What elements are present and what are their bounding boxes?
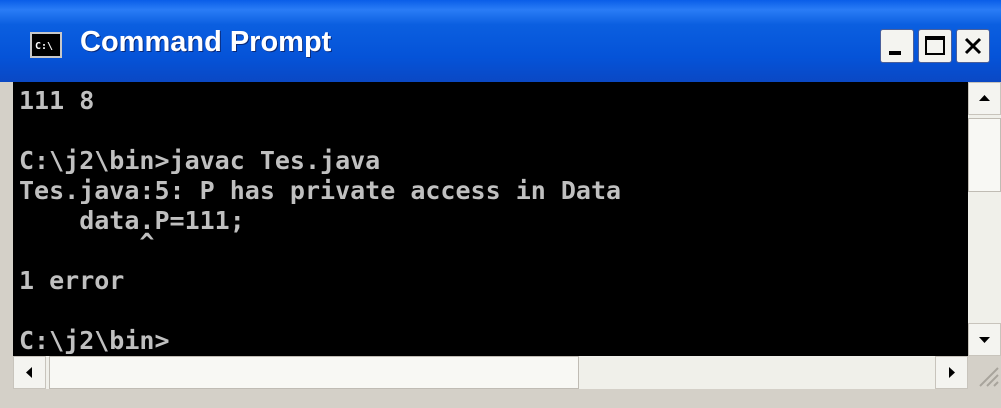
minimize-button[interactable] bbox=[880, 29, 914, 63]
close-button[interactable] bbox=[956, 29, 990, 63]
scroll-up-arrow bbox=[979, 95, 990, 101]
command-prompt-icon[interactable]: C:\ bbox=[30, 32, 62, 58]
command-prompt-icon-glyph: C:\ bbox=[35, 41, 53, 52]
vertical-scrollbar[interactable] bbox=[968, 82, 1001, 356]
window-bottom-border bbox=[0, 389, 1001, 408]
vertical-scroll-thumb[interactable] bbox=[968, 118, 1001, 192]
title-bar[interactable]: C:\ Command Prompt bbox=[0, 0, 1001, 82]
app-icon-label: C:\ bbox=[35, 41, 53, 52]
scroll-left-arrow bbox=[26, 367, 32, 378]
scroll-up-button[interactable] bbox=[968, 82, 1001, 115]
window-left-border bbox=[0, 82, 13, 389]
console-line: C:\j2\bin>javac Tes.java bbox=[19, 146, 381, 175]
console-output[interactable]: 111 8 C:\j2\bin>javac Tes.java Tes.java:… bbox=[13, 82, 968, 356]
window-title: Command Prompt bbox=[80, 26, 332, 58]
scroll-right-button[interactable] bbox=[935, 356, 968, 389]
resize-grip[interactable] bbox=[968, 356, 1001, 389]
scroll-down-arrow bbox=[979, 337, 990, 343]
maximize-button[interactable] bbox=[918, 29, 952, 63]
console-prompt-line: C:\j2\bin> bbox=[19, 326, 170, 355]
command-prompt-window: C:\ Command Prompt 111 8 C:\j2\bin>javac… bbox=[0, 0, 1001, 408]
horizontal-scrollbar[interactable] bbox=[13, 356, 968, 389]
scroll-down-button[interactable] bbox=[968, 323, 1001, 356]
scroll-left-button[interactable] bbox=[13, 356, 46, 389]
console-line: Tes.java:5: P has private access in Data bbox=[19, 176, 622, 205]
console-line: 1 error bbox=[19, 266, 125, 295]
console-line: 111 8 bbox=[19, 86, 95, 115]
console-line: ^ bbox=[19, 228, 155, 257]
minimize-icon bbox=[889, 51, 901, 55]
horizontal-scroll-thumb[interactable] bbox=[49, 356, 579, 389]
resize-grip-icon bbox=[979, 367, 999, 387]
close-icon bbox=[964, 37, 982, 55]
scroll-right-arrow bbox=[949, 367, 955, 378]
maximize-icon bbox=[925, 36, 945, 55]
